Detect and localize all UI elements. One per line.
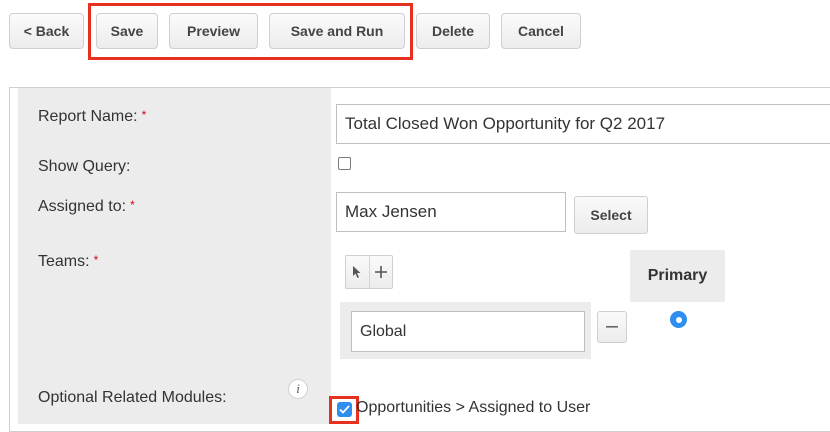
primary-team-radio[interactable] — [670, 311, 687, 328]
delete-button[interactable]: Delete — [416, 13, 490, 49]
info-icon[interactable]: i — [288, 379, 308, 399]
assigned-to-input[interactable]: Max Jensen — [336, 192, 566, 232]
show-query-checkbox[interactable] — [338, 157, 351, 170]
remove-team-button[interactable] — [597, 311, 627, 343]
teams-label: Teams: * — [38, 253, 99, 270]
add-team-icon[interactable] — [370, 256, 392, 288]
optional-related-modules-label: Optional Related Modules: — [38, 389, 227, 406]
cursor-icon[interactable] — [346, 256, 370, 288]
team-name-input[interactable]: Global — [351, 311, 585, 352]
select-user-button[interactable]: Select — [574, 196, 648, 234]
related-module-checkbox[interactable] — [337, 402, 352, 417]
report-name-label: Report Name: * — [38, 108, 147, 125]
cancel-button[interactable]: Cancel — [501, 13, 581, 49]
report-name-input[interactable]: Total Closed Won Opportunity for Q2 2017 — [336, 104, 830, 144]
required-marker: * — [93, 253, 99, 267]
show-query-label: Show Query: — [38, 158, 131, 175]
toolbar-highlight-box — [88, 3, 413, 60]
primary-column-header: Primary — [630, 250, 725, 302]
related-module-option-label: Opportunities > Assigned to User — [356, 399, 591, 416]
back-button[interactable]: < Back — [9, 13, 84, 49]
required-marker: * — [130, 198, 135, 212]
required-marker: * — [141, 108, 147, 122]
checkmark-icon — [339, 405, 350, 414]
assigned-to-label: Assigned to: * — [38, 198, 135, 215]
minus-icon — [606, 326, 618, 328]
team-tools — [345, 255, 393, 289]
